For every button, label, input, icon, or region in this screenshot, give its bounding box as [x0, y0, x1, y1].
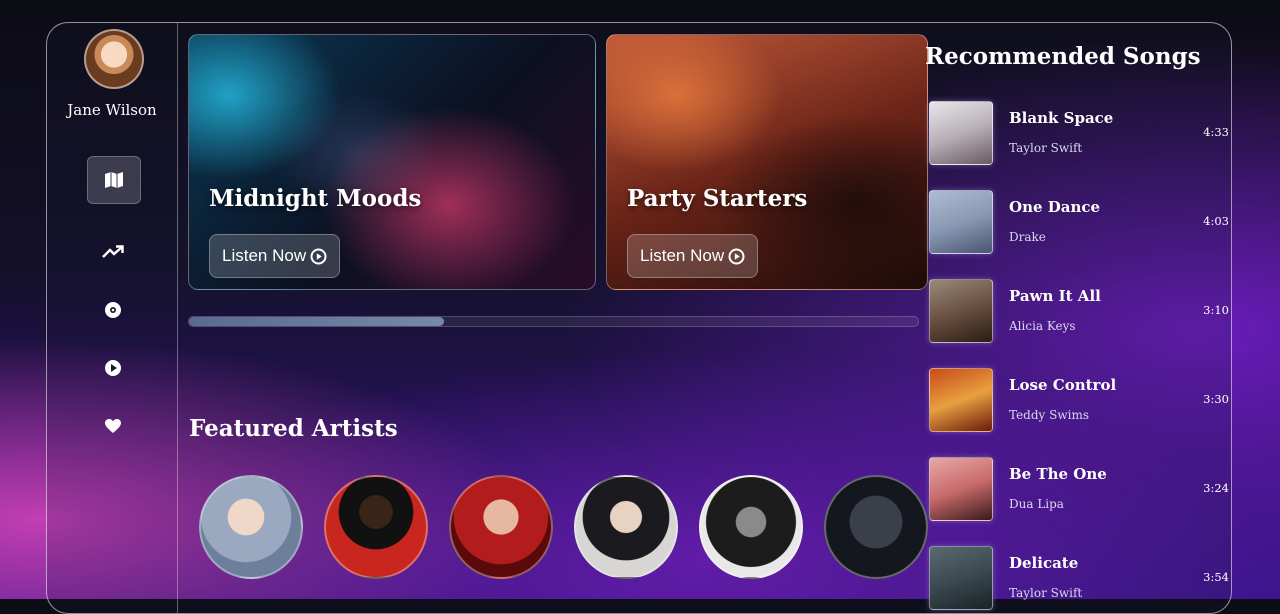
playlist-title: Party Starters	[627, 185, 808, 212]
artist-avatar[interactable]	[574, 475, 678, 579]
listen-now-button[interactable]: Listen Now	[627, 234, 759, 278]
recommended-title: Recommended Songs	[925, 43, 1201, 70]
playlist-card-midnight-moods[interactable]: Midnight Moods Listen Now	[188, 34, 596, 290]
artist-avatar[interactable]	[199, 475, 303, 579]
song-row[interactable]: Lose Control Teddy Swims 3:30	[929, 368, 1229, 432]
play-circle-icon	[310, 248, 327, 264]
heart-icon	[105, 419, 121, 433]
song-title: Pawn It All	[1009, 287, 1101, 305]
song-duration: 4:03	[1203, 214, 1229, 228]
artist-avatar[interactable]	[449, 475, 553, 579]
play-circle-icon	[728, 248, 745, 264]
listen-now-label: Listen Now	[222, 246, 307, 265]
song-artist: Taylor Swift	[1009, 586, 1083, 600]
song-duration: 3:30	[1203, 392, 1229, 406]
sidebar: Jane Wilson	[47, 23, 178, 613]
carousel-scrollbar[interactable]	[188, 316, 919, 327]
song-duration: 4:33	[1203, 125, 1229, 139]
song-title: Delicate	[1009, 554, 1079, 572]
song-duration: 3:10	[1203, 303, 1229, 317]
song-cover	[929, 368, 993, 432]
song-cover	[929, 457, 993, 521]
playlist-title: Midnight Moods	[209, 185, 422, 212]
song-artist: Taylor Swift	[1009, 141, 1083, 155]
map-icon	[105, 172, 123, 188]
app-shell: Jane Wilson Midnight Moods Listen Now Pa…	[46, 22, 1232, 614]
listen-now-label: Listen Now	[640, 246, 725, 265]
user-name: Jane Wilson	[67, 101, 157, 119]
song-cover	[929, 546, 993, 610]
artist-avatar[interactable]	[699, 475, 803, 579]
song-cover	[929, 101, 993, 165]
song-row[interactable]: Blank Space Taylor Swift 4:33	[929, 101, 1229, 165]
song-title: Blank Space	[1009, 109, 1114, 127]
song-row[interactable]: Pawn It All Alicia Keys 3:10	[929, 279, 1229, 343]
nav-trending[interactable]	[87, 229, 139, 275]
nav-play[interactable]	[87, 345, 139, 391]
song-artist: Alicia Keys	[1009, 319, 1076, 333]
song-cover	[929, 279, 993, 343]
song-row[interactable]: Delicate Taylor Swift 3:54	[929, 546, 1229, 610]
artist-avatar[interactable]	[324, 475, 428, 579]
playlist-card-party-starters[interactable]: Party Starters Listen Now	[606, 34, 928, 290]
song-artist: Drake	[1009, 230, 1046, 244]
song-cover	[929, 190, 993, 254]
song-row[interactable]: Be The One Dua Lipa 3:24	[929, 457, 1229, 521]
carousel-scrollbar-thumb[interactable]	[189, 317, 445, 326]
recommended-panel: Recommended Songs Blank Space Taylor Swi…	[917, 23, 1231, 613]
song-artist: Dua Lipa	[1009, 497, 1064, 511]
nav-disc[interactable]	[87, 287, 139, 333]
trending-icon	[102, 245, 124, 258]
featured-artists-title: Featured Artists	[189, 415, 398, 442]
song-row[interactable]: One Dance Drake 4:03	[929, 190, 1229, 254]
play-icon	[105, 360, 121, 376]
song-title: Be The One	[1009, 465, 1107, 483]
song-duration: 3:54	[1203, 570, 1229, 584]
song-artist: Teddy Swims	[1009, 408, 1089, 422]
artist-avatar[interactable]	[824, 475, 928, 579]
song-title: Lose Control	[1009, 376, 1117, 394]
song-title: One Dance	[1009, 198, 1101, 216]
nav-map[interactable]	[87, 156, 141, 204]
disc-icon	[105, 302, 121, 318]
avatar[interactable]	[84, 29, 144, 89]
listen-now-button[interactable]: Listen Now	[209, 234, 341, 278]
song-duration: 3:24	[1203, 481, 1229, 495]
nav-favorites[interactable]	[87, 403, 139, 449]
